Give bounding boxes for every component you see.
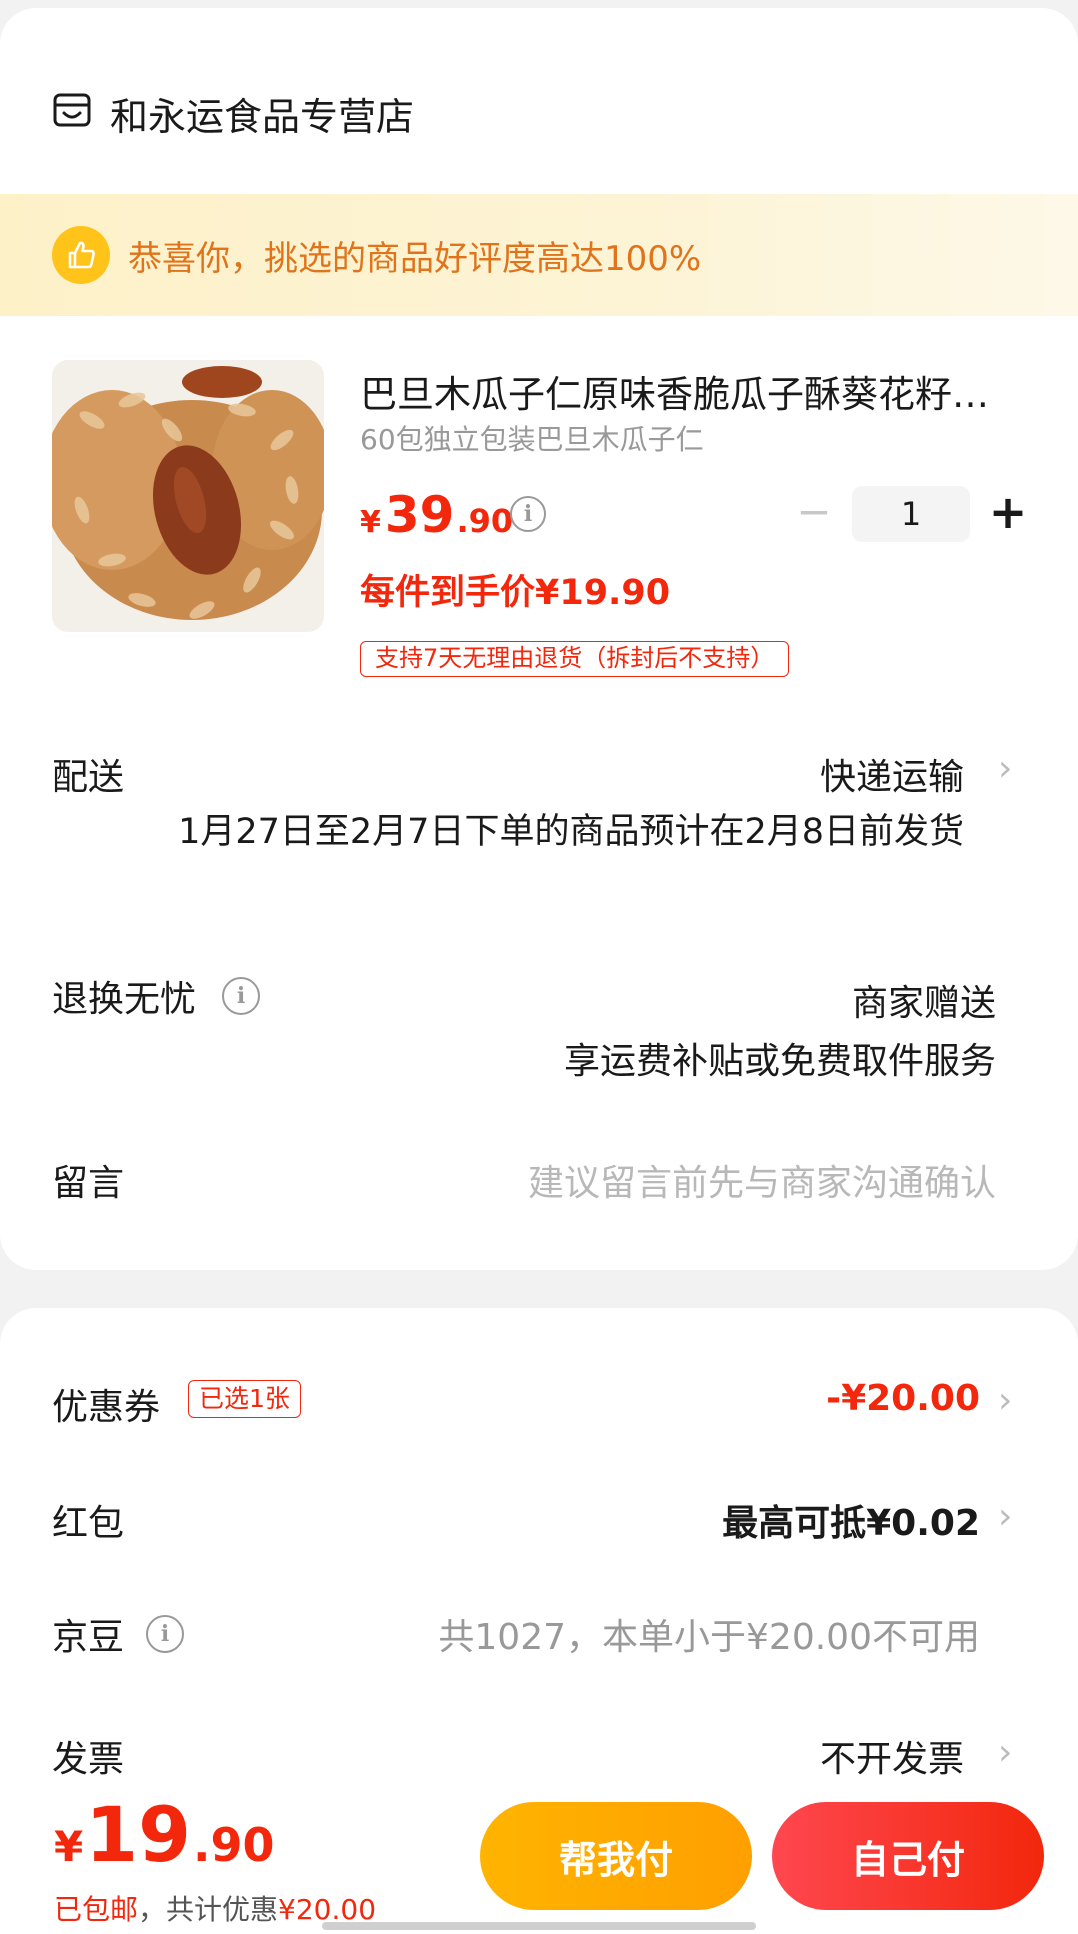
returns-label: 退换无忧 xyxy=(52,979,197,1020)
total-currency: ¥ xyxy=(54,1822,84,1871)
checkout-bar: ¥ 19 .90 已包邮，共计优惠¥20.00 帮我付 自己付 xyxy=(0,1780,1078,1934)
shipping-estimate: 1月27日至2月7日下单的商品预计在2月8日前发货 xyxy=(178,812,964,852)
jd-beans-info-icon[interactable]: i xyxy=(146,1615,185,1653)
invoice-chevron-icon[interactable]: › xyxy=(998,1732,1012,1773)
product-title[interactable]: 巴旦木瓜子仁原味香脆瓜子酥葵花籽… xyxy=(360,364,1020,418)
returns-service: 享运费补贴或免费取件服务 xyxy=(563,1041,996,1082)
return-policy-tag: 支持7天无理由退货（拆封后不支持） xyxy=(360,641,790,677)
jd-beans-value: 共1027，本单小于¥20.00不可用 xyxy=(438,1617,980,1658)
thumbs-up-icon xyxy=(52,226,110,284)
coupon-value[interactable]: -¥20.00 xyxy=(826,1378,980,1419)
total-price: ¥ 19 .90 xyxy=(54,1790,275,1879)
price-decimal: .90 xyxy=(456,502,514,540)
price-integer: 39 xyxy=(384,486,455,544)
discount-note: ，共计优惠 xyxy=(138,1893,279,1926)
red-packet-label: 红包 xyxy=(52,1503,125,1544)
store-icon xyxy=(52,91,92,135)
home-indicator[interactable] xyxy=(322,1922,756,1930)
store-row[interactable]: 和永运食品专营店 xyxy=(52,86,414,141)
shipping-label: 配送 xyxy=(52,757,125,798)
praise-text: 恭喜你，挑选的商品好评度高达100% xyxy=(128,238,702,279)
red-packet-value[interactable]: 最高可抵¥0.02 xyxy=(722,1494,980,1546)
product-price: ¥ 39 .90 xyxy=(360,486,513,544)
shipping-method[interactable]: 快递运输 xyxy=(820,748,964,800)
free-shipping-note: 已包邮 xyxy=(54,1893,139,1926)
returns-label-group: 退换无忧 i xyxy=(52,970,261,1022)
red-packet-chevron-icon[interactable]: › xyxy=(998,1496,1012,1537)
invoice-label: 发票 xyxy=(52,1739,125,1780)
coupon-label: 优惠券 xyxy=(52,1387,161,1428)
coupon-chevron-icon[interactable]: › xyxy=(998,1380,1012,1421)
message-input[interactable]: 建议留言前先与商家沟通确认 xyxy=(528,1154,996,1206)
product-image[interactable] xyxy=(52,360,324,632)
unit-price: 每件到手价¥19.90 xyxy=(360,573,671,613)
total-integer: 19 xyxy=(85,1790,191,1879)
pay-myself-button[interactable]: 自己付 xyxy=(772,1802,1044,1910)
decrease-button[interactable]: − xyxy=(786,486,842,542)
jd-beans-label-group: 京豆 i xyxy=(52,1608,185,1660)
returns-gift: 商家赠送 xyxy=(851,983,996,1024)
increase-button[interactable]: + xyxy=(980,486,1036,542)
quantity-input[interactable]: 1 xyxy=(852,486,970,542)
message-label: 留言 xyxy=(52,1163,125,1204)
product-subtitle: 60包独立包装巴旦木瓜子仁 xyxy=(360,423,704,456)
praise-banner: 恭喜你，挑选的商品好评度高达100% xyxy=(0,194,1078,316)
store-name[interactable]: 和永运食品专营店 xyxy=(110,86,414,141)
coupon-selected-tag: 已选1张 xyxy=(188,1380,301,1418)
order-card: 和永运食品专营店 恭喜你，挑选的商品好评度高达100% 巴旦木瓜子仁原味香脆瓜子… xyxy=(0,8,1078,1270)
returns-info-icon[interactable]: i xyxy=(222,977,261,1015)
total-decimal: .90 xyxy=(193,1818,275,1872)
shipping-chevron-icon[interactable]: › xyxy=(998,748,1012,789)
help-me-pay-button[interactable]: 帮我付 xyxy=(480,1802,752,1910)
jd-beans-label: 京豆 xyxy=(52,1617,125,1658)
invoice-value[interactable]: 不开发票 xyxy=(820,1730,964,1782)
price-currency: ¥ xyxy=(360,505,381,540)
quantity-stepper: − 1 + xyxy=(786,486,1036,542)
price-info-icon[interactable]: i xyxy=(510,496,546,532)
